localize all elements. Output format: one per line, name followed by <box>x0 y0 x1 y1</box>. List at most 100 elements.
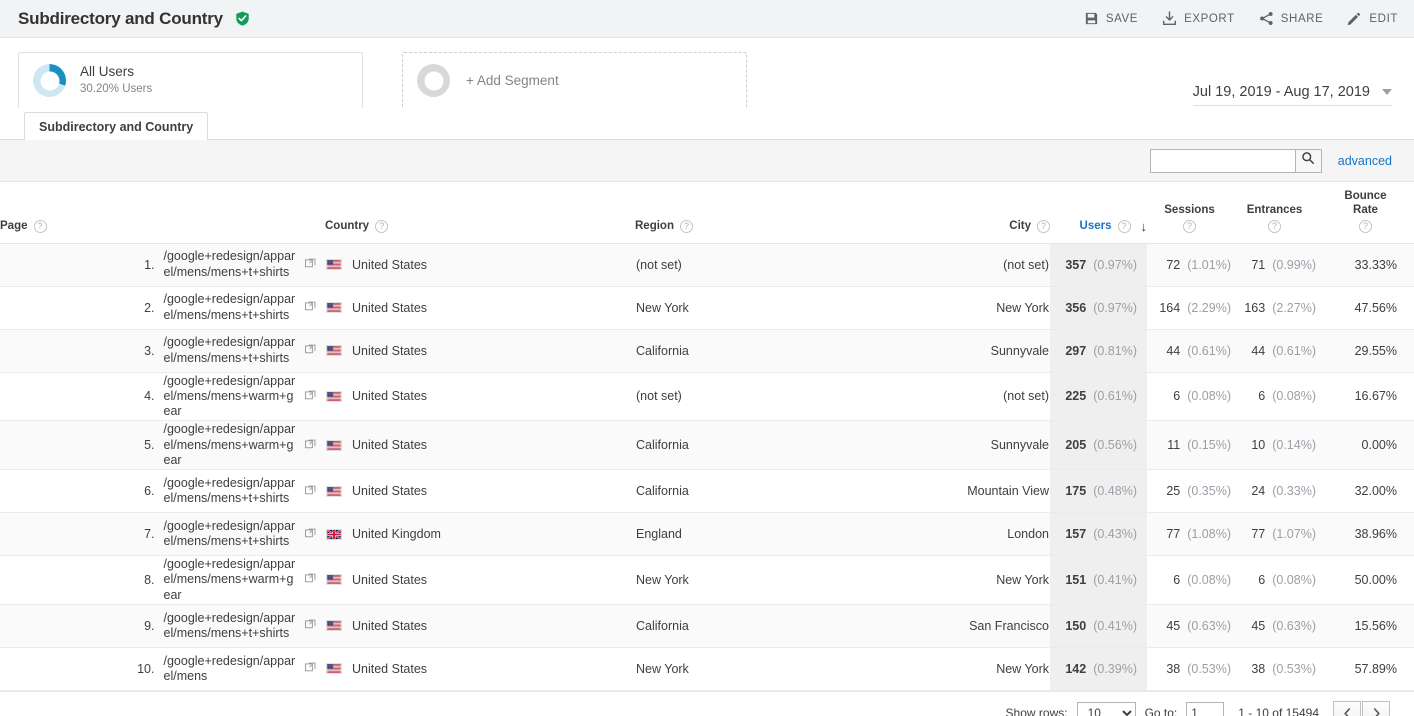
help-icon-city[interactable]: ? <box>1037 219 1050 233</box>
cell-bounce-rate: 16.67% <box>1317 372 1414 422</box>
goto-page-input[interactable] <box>1186 701 1225 716</box>
open-in-new-window-icon[interactable] <box>305 484 317 499</box>
add-segment-button[interactable]: + Add Segment <box>402 52 747 109</box>
country-name[interactable]: United States <box>352 438 427 452</box>
flag-icon-uk <box>326 528 342 540</box>
country-name[interactable]: United States <box>352 344 427 358</box>
save-button[interactable]: SAVE <box>1084 11 1138 26</box>
page-url-link[interactable]: /google+redesign/apparel/mens/mens+t+shi… <box>164 476 300 507</box>
help-icon-users[interactable]: ? <box>1117 219 1131 233</box>
row-index: 2. <box>0 286 163 330</box>
cell-region: New York <box>635 555 945 605</box>
tab-subdirectory-and-country[interactable]: Subdirectory and Country <box>24 112 209 140</box>
share-button[interactable]: SHARE <box>1259 11 1324 26</box>
page-url-link[interactable]: /google+redesign/apparel/mens/mens+t+shi… <box>164 335 300 366</box>
table-row[interactable]: 5./google+redesign/apparel/mens/mens+war… <box>0 420 1414 471</box>
country-name[interactable]: United States <box>352 619 427 633</box>
open-in-new-window-icon[interactable] <box>305 389 317 404</box>
column-header-users-label: Users <box>1079 220 1112 233</box>
entrances-percent: (0.99%) <box>1272 257 1316 272</box>
open-in-new-window-icon[interactable] <box>305 343 317 358</box>
column-header-entrances-label: Entrances <box>1246 203 1303 216</box>
users-percent: (0.41%) <box>1093 572 1137 587</box>
open-in-new-window-icon[interactable] <box>305 661 317 676</box>
page-url-link[interactable]: /google+redesign/apparel/mens/mens+warm+… <box>164 374 300 420</box>
segment-all-users[interactable]: All Users 30.20% Users <box>18 52 363 109</box>
column-header-entrances[interactable]: Entrances ? <box>1232 182 1317 244</box>
country-name[interactable]: United Kingdom <box>352 527 441 541</box>
cell-city: Mountain View <box>945 469 1050 514</box>
page-url-link[interactable]: /google+redesign/apparel/mens/mens+warm+… <box>164 422 300 468</box>
open-in-new-window-icon[interactable] <box>305 300 317 315</box>
column-header-bounce-rate[interactable]: Bounce Rate ? <box>1317 182 1414 244</box>
search-button[interactable] <box>1294 148 1322 173</box>
page-url-link[interactable]: /google+redesign/apparel/mens/mens+t+shi… <box>164 249 300 280</box>
cell-country: United States <box>325 469 635 514</box>
country-name[interactable]: United States <box>352 389 427 403</box>
users-value: 357 <box>1065 257 1087 272</box>
table-row[interactable]: 4./google+redesign/apparel/mens/mens+war… <box>0 372 1414 422</box>
table-row[interactable]: 6./google+redesign/apparel/mens/mens+t+s… <box>0 469 1414 514</box>
open-in-new-window-icon[interactable] <box>305 257 317 272</box>
cell-sessions: 72 (1.01%) <box>1147 243 1232 287</box>
help-icon-page[interactable]: ? <box>33 219 47 233</box>
open-in-new-window-icon[interactable] <box>305 438 317 453</box>
cell-city: (not set) <box>945 372 1050 422</box>
page-url-link[interactable]: /google+redesign/apparel/mens/mens+t+shi… <box>164 611 300 642</box>
users-percent: (0.97%) <box>1093 257 1137 272</box>
country-name[interactable]: United States <box>352 662 427 676</box>
date-range-picker[interactable]: Jul 19, 2019 - Aug 17, 2019 <box>1192 84 1392 106</box>
previous-page-button[interactable] <box>1333 700 1361 716</box>
help-icon-entrances[interactable]: ? <box>1268 219 1281 233</box>
save-icon <box>1084 11 1099 26</box>
export-button[interactable]: EXPORT <box>1162 11 1235 26</box>
column-header-country[interactable]: Country ? <box>325 182 635 244</box>
open-in-new-window-icon[interactable] <box>305 618 317 633</box>
sort-descending-icon[interactable]: ↓ <box>1141 220 1148 233</box>
save-label: SAVE <box>1105 12 1139 25</box>
column-header-bounce-line2: Rate <box>1353 203 1378 216</box>
pager-group <box>1333 700 1390 716</box>
page-url-link[interactable]: /google+redesign/apparel/mens/mens+t+shi… <box>164 519 300 550</box>
open-in-new-window-icon[interactable] <box>305 572 317 587</box>
page-url-link[interactable]: /google+redesign/apparel/mens <box>164 654 300 685</box>
table-row[interactable]: 9./google+redesign/apparel/mens/mens+t+s… <box>0 604 1414 648</box>
help-icon-country[interactable]: ? <box>375 219 389 233</box>
table-row[interactable]: 7./google+redesign/apparel/mens/mens+t+s… <box>0 512 1414 557</box>
table-row[interactable]: 1./google+redesign/apparel/mens/mens+t+s… <box>0 243 1414 287</box>
cell-users: 205 (0.56%) <box>1050 420 1147 471</box>
column-header-users[interactable]: Users ? ↓ <box>1050 182 1148 244</box>
column-header-region[interactable]: Region ? <box>635 182 945 244</box>
cell-bounce-rate: 0.00% <box>1317 420 1414 471</box>
cell-sessions: 25 (0.35%) <box>1147 469 1232 514</box>
flag-icon-us <box>326 439 342 451</box>
country-name[interactable]: United States <box>352 301 427 315</box>
search-input[interactable] <box>1149 148 1295 173</box>
country-name[interactable]: United States <box>352 484 427 498</box>
country-name[interactable]: United States <box>352 573 427 587</box>
table-row[interactable]: 3./google+redesign/apparel/mens/mens+t+s… <box>0 329 1414 373</box>
cell-bounce-rate: 33.33% <box>1317 243 1414 287</box>
table-row[interactable]: 2./google+redesign/apparel/mens/mens+t+s… <box>0 286 1414 330</box>
rows-per-page-select[interactable]: 10255010025050010005000 <box>1076 701 1136 716</box>
column-header-page[interactable]: Page ? <box>0 182 325 244</box>
open-in-new-window-icon[interactable] <box>305 527 317 542</box>
cell-page: /google+redesign/apparel/mens/mens+t+shi… <box>162 604 325 648</box>
cell-city: New York <box>945 555 1050 605</box>
table-row[interactable]: 10./google+redesign/apparel/mens United S… <box>0 647 1414 691</box>
page-url-link[interactable]: /google+redesign/apparel/mens/mens+t+shi… <box>164 292 300 323</box>
column-header-sessions[interactable]: Sessions ? <box>1147 182 1232 244</box>
edit-button[interactable]: EDIT <box>1347 11 1398 26</box>
cell-users: 297 (0.81%) <box>1050 329 1147 373</box>
help-icon-bounce-rate[interactable]: ? <box>1359 219 1372 233</box>
help-icon-sessions[interactable]: ? <box>1183 219 1196 233</box>
column-header-city[interactable]: City ? <box>945 182 1050 244</box>
table-row[interactable]: 8./google+redesign/apparel/mens/mens+war… <box>0 555 1414 605</box>
page-url-link[interactable]: /google+redesign/apparel/mens/mens+warm+… <box>164 557 300 603</box>
country-name[interactable]: United States <box>352 258 427 272</box>
advanced-filter-link[interactable]: advanced <box>1338 154 1392 168</box>
cell-sessions: 164 (2.29%) <box>1147 286 1232 330</box>
sessions-value: 11 <box>1167 438 1181 453</box>
next-page-button[interactable] <box>1362 700 1390 716</box>
help-icon-region[interactable]: ? <box>679 219 693 233</box>
